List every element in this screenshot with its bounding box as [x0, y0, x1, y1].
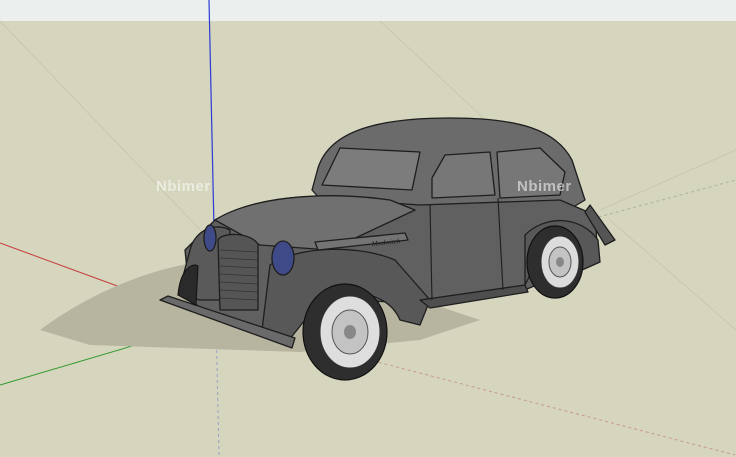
model-scene[interactable]: Moskvitch	[0, 0, 736, 457]
sketchup-viewport[interactable]: Moskvitch Nbimer Nbimer	[0, 0, 736, 457]
wheel-rear[interactable]	[526, 225, 584, 299]
car-windshield	[321, 147, 421, 191]
car-headlight-left	[203, 224, 217, 252]
wheel-front[interactable]	[302, 283, 388, 381]
watermark-left: Nbimer	[156, 178, 211, 195]
watermark-right: Nbimer	[517, 178, 572, 195]
car-headlight-right	[271, 240, 295, 276]
